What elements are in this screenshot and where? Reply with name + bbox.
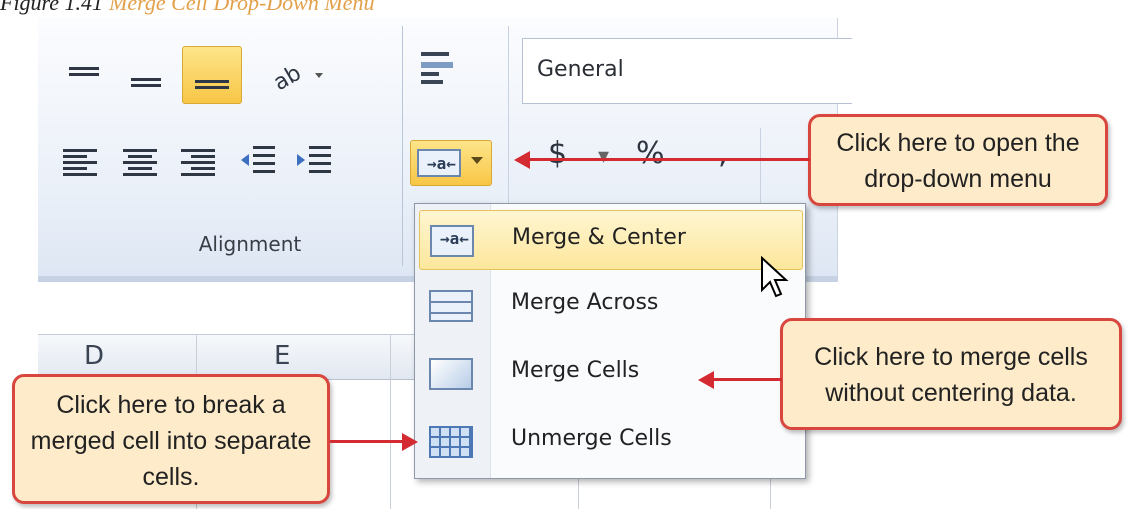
increase-indent-icon	[297, 146, 331, 173]
align-right-icon	[181, 148, 215, 176]
wrap-text-button[interactable]	[412, 46, 462, 90]
bottom-align-button[interactable]	[182, 46, 242, 104]
menu-item-label: Merge & Center	[512, 225, 686, 250]
orientation-button[interactable]: ab	[262, 54, 342, 98]
middle-align-button[interactable]	[124, 60, 168, 104]
alignment-group-label: Alignment	[198, 232, 302, 256]
top-align-icon	[69, 66, 99, 82]
group-divider	[402, 26, 403, 266]
merge-across-icon	[429, 290, 473, 322]
callout-arrow	[712, 378, 782, 381]
align-center-icon	[123, 148, 157, 176]
merge-cells-icon	[429, 358, 473, 390]
middle-align-icon	[131, 77, 161, 87]
menu-item-label: Unmerge Cells	[511, 426, 672, 451]
top-align-button[interactable]	[62, 52, 106, 96]
menu-item-merge-center[interactable]: →a← Merge & Center	[419, 210, 803, 270]
currency-label: $	[548, 136, 568, 171]
callout-arrow	[330, 440, 404, 443]
orientation-icon: ab	[271, 61, 323, 93]
currency-dropdown-icon[interactable]: ▾	[598, 144, 609, 188]
callout-unmerge: Click here to break a merged cell into s…	[12, 374, 330, 504]
figure-number: Figure 1.41	[0, 0, 104, 15]
number-format-value: General	[537, 57, 624, 82]
bottom-align-icon	[195, 79, 229, 89]
menu-item-merge-cells[interactable]: Merge Cells	[419, 344, 803, 404]
percent-label: %	[636, 136, 665, 171]
decrease-indent-button[interactable]	[236, 140, 280, 184]
align-center-button[interactable]	[118, 140, 162, 184]
group-divider	[760, 128, 761, 208]
menu-item-label: Merge Across	[511, 290, 659, 315]
arrow-head-icon	[402, 433, 418, 451]
arrow-head-icon	[514, 151, 530, 169]
svg-text:ab: ab	[271, 61, 306, 93]
merge-center-icon: →a←	[430, 225, 474, 257]
column-header-e[interactable]: E	[274, 341, 290, 371]
increase-indent-button[interactable]	[292, 140, 336, 184]
align-right-button[interactable]	[176, 140, 220, 184]
callout-arrow	[528, 158, 810, 161]
merge-center-icon: →a←	[417, 149, 461, 177]
menu-item-merge-across[interactable]: Merge Across	[419, 276, 803, 336]
menu-item-unmerge-cells[interactable]: Unmerge Cells	[419, 412, 803, 472]
merge-dropdown-menu: →a← Merge & Center Merge Across Merge Ce…	[414, 203, 806, 479]
grid-line	[390, 334, 391, 509]
figure-title: Merge Cell Drop-Down Menu	[109, 0, 375, 15]
wrap-text-icon	[421, 52, 453, 84]
callout-merge-cells: Click here to merge cells without center…	[780, 318, 1122, 430]
chevron-down-icon[interactable]	[471, 157, 483, 164]
column-header-d[interactable]: D	[84, 341, 104, 371]
align-left-icon	[63, 148, 97, 176]
comma-label: ,	[718, 136, 728, 171]
merge-center-split-button[interactable]: →a←	[410, 140, 492, 186]
decrease-indent-icon	[241, 146, 275, 173]
number-format-dropdown[interactable]: General	[522, 38, 852, 104]
arrow-head-icon	[698, 371, 714, 389]
mouse-cursor-icon	[761, 256, 789, 298]
figure-caption: Figure 1.41 Merge Cell Drop-Down Menu	[0, 0, 374, 16]
unmerge-cells-icon	[429, 426, 473, 458]
align-left-button[interactable]	[58, 140, 102, 184]
callout-open-menu: Click here to open the drop-down menu	[808, 114, 1108, 206]
menu-item-label: Merge Cells	[511, 358, 640, 383]
